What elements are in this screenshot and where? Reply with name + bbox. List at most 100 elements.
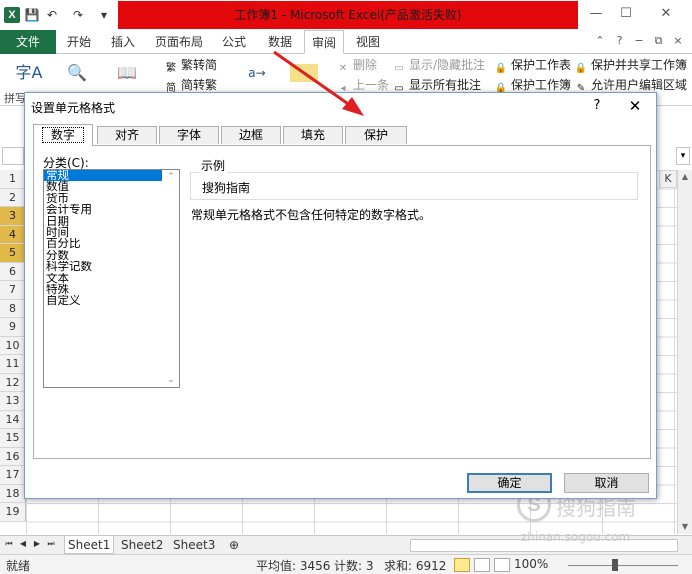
spelling-button[interactable]: 字A — [12, 58, 46, 88]
row-header[interactable]: 10 — [0, 336, 26, 355]
window-title: 工作簿1 - Microsoft Excel(产品激活失败) — [234, 8, 462, 22]
category-item[interactable]: 百分比 — [44, 238, 162, 249]
ok-button[interactable]: 确定 — [467, 473, 552, 493]
tab-border[interactable]: 边框 — [221, 126, 281, 144]
row-header[interactable]: 19 — [0, 503, 26, 522]
row-header[interactable]: 14 — [0, 410, 26, 429]
row-header[interactable]: 2 — [0, 188, 26, 207]
tab-view[interactable]: 视图 — [348, 30, 388, 54]
show-hide-comment-button[interactable]: ▭ 显示/隐藏批注 — [392, 56, 485, 74]
prev-sheet-icon[interactable]: ◀ — [18, 539, 28, 548]
cancel-button[interactable]: 取消 — [564, 473, 649, 493]
tab-protection[interactable]: 保护 — [345, 126, 407, 144]
close-workbook-icon[interactable]: × — [670, 34, 686, 47]
category-item[interactable]: 数值 — [44, 181, 162, 192]
tab-formulas[interactable]: 公式 — [214, 30, 254, 54]
category-item[interactable]: 时间 — [44, 227, 162, 238]
sheet-tab-sheet1[interactable]: Sheet1 — [64, 536, 115, 554]
category-item[interactable]: 常规 — [44, 170, 162, 182]
maximize-button[interactable]: ☐ — [612, 4, 640, 24]
name-box[interactable] — [2, 147, 24, 165]
save-icon[interactable]: 💾 — [24, 7, 40, 23]
row-header[interactable]: 5 — [0, 244, 26, 263]
row-header[interactable]: 18 — [0, 484, 26, 503]
category-item[interactable]: 特殊 — [44, 284, 162, 295]
category-item[interactable]: 日期 — [44, 216, 162, 227]
close-button[interactable]: ✕ — [652, 4, 680, 24]
vertical-scrollbar[interactable]: ▲ ▼ — [677, 170, 692, 534]
translate-icon[interactable]: a→ — [240, 58, 274, 88]
scroll-down-icon[interactable]: ▼ — [678, 520, 692, 534]
tab-insert[interactable]: 插入 — [104, 30, 142, 54]
tab-number[interactable]: 数字 — [33, 124, 93, 146]
tab-review[interactable]: 审阅 — [304, 30, 344, 54]
row-header[interactable]: 15 — [0, 429, 26, 448]
next-sheet-icon[interactable]: ▶ — [32, 539, 42, 548]
row-header[interactable]: 13 — [0, 392, 26, 411]
tab-file[interactable]: 文件 — [0, 30, 56, 54]
category-item[interactable]: 货币 — [44, 193, 162, 204]
category-scrollbar[interactable]: ⌃ ⌄ — [163, 170, 179, 387]
row-header[interactable]: 9 — [0, 318, 26, 337]
zoom-slider[interactable] — [568, 565, 678, 566]
expand-formula-icon[interactable]: ▾ — [676, 147, 690, 165]
dialog-close-button[interactable]: ✕ — [621, 95, 649, 117]
category-item[interactable]: 自定义 — [44, 295, 162, 306]
row-header[interactable]: 17 — [0, 466, 26, 485]
new-comment-icon[interactable] — [290, 64, 318, 82]
format-cells-dialog: 设置单元格格式 ? ✕ 数字 对齐 字体 边框 填充 保护 分类(C): 常规数… — [24, 92, 657, 499]
restore-workbook-icon[interactable]: ⧉ — [651, 34, 667, 48]
help-icon[interactable]: ? — [612, 34, 628, 47]
row-header[interactable]: 12 — [0, 373, 26, 392]
undo-icon[interactable]: ↶ — [44, 7, 60, 23]
zoom-slider-thumb[interactable] — [612, 559, 618, 571]
zoom-level[interactable]: 100% — [514, 557, 548, 571]
row-header[interactable]: 4 — [0, 225, 26, 244]
protect-share-button[interactable]: 🔒 保护并共享工作簿 — [574, 56, 687, 74]
category-item[interactable]: 会计专用 — [44, 204, 162, 215]
row-header[interactable]: 11 — [0, 355, 26, 374]
row-header[interactable]: 7 — [0, 281, 26, 300]
collapse-ribbon-icon[interactable]: ⌃ — [592, 34, 608, 47]
customize-qat-icon[interactable]: ▾ — [96, 7, 112, 23]
help-button[interactable]: ? — [585, 95, 609, 117]
row-header[interactable]: 3 — [0, 207, 26, 226]
sheet-tab-sheet3[interactable]: Sheet3 — [170, 536, 218, 554]
tab-fill[interactable]: 填充 — [283, 126, 343, 144]
scroll-down-icon[interactable]: ⌄ — [163, 375, 179, 385]
first-sheet-icon[interactable]: ⏮ — [4, 539, 14, 549]
thesaurus-icon[interactable]: 📖 — [110, 58, 144, 88]
tab-font[interactable]: 字体 — [159, 126, 219, 144]
protect-sheet-button[interactable]: 🔒 保护工作表 — [494, 56, 571, 74]
row-header[interactable]: 1 — [0, 170, 26, 189]
redo-icon[interactable]: ↷ — [70, 7, 86, 23]
minimize-button[interactable]: — — [582, 4, 610, 24]
category-list[interactable]: 常规 数值 货币 会计专用 日期 时间 百分比 分数 科学记数 文本 特殊 自定义 ⌃ ⌄ — [43, 169, 180, 388]
minimize-workbook-icon[interactable]: − — [631, 34, 647, 47]
column-header-k[interactable]: K — [659, 170, 677, 188]
number-panel: 分类(C): 常规 数值 货币 会计专用 日期 时间 百分比 分数 科学记数 文本 特殊 自定义 ⌃ … — [33, 145, 651, 459]
delete-comment-button[interactable]: ✕ 删除 — [336, 56, 377, 74]
scroll-up-icon[interactable]: ⌃ — [163, 172, 179, 182]
category-item[interactable]: 分数 — [44, 250, 162, 261]
row-header[interactable]: 6 — [0, 262, 26, 281]
page-break-view-button[interactable] — [494, 558, 510, 572]
sheet-tab-sheet2[interactable]: Sheet2 — [118, 536, 166, 554]
research-icon[interactable]: 🔍 — [60, 58, 94, 88]
insert-sheet-icon[interactable]: ⊕ — [226, 536, 242, 554]
category-item[interactable]: 科学记数 — [44, 261, 162, 272]
tab-home[interactable]: 开始 — [60, 30, 98, 54]
row-header[interactable]: 16 — [0, 447, 26, 466]
category-item[interactable]: 文本 — [44, 273, 162, 284]
tab-data[interactable]: 数据 — [260, 30, 300, 54]
trad-to-simp-button[interactable]: 繁繁转简 — [164, 56, 217, 74]
simp-to-trad-label: 简转繁 — [181, 78, 218, 92]
protect-workbook-label: 保护工作簿 — [511, 78, 572, 92]
scroll-up-icon[interactable]: ▲ — [678, 170, 692, 184]
tab-alignment[interactable]: 对齐 — [97, 126, 157, 144]
tab-page-layout[interactable]: 页面布局 — [150, 30, 208, 54]
last-sheet-icon[interactable]: ⏭ — [46, 539, 56, 549]
page-layout-view-button[interactable] — [474, 558, 490, 572]
row-header[interactable]: 8 — [0, 299, 26, 318]
normal-view-button[interactable] — [454, 558, 470, 572]
